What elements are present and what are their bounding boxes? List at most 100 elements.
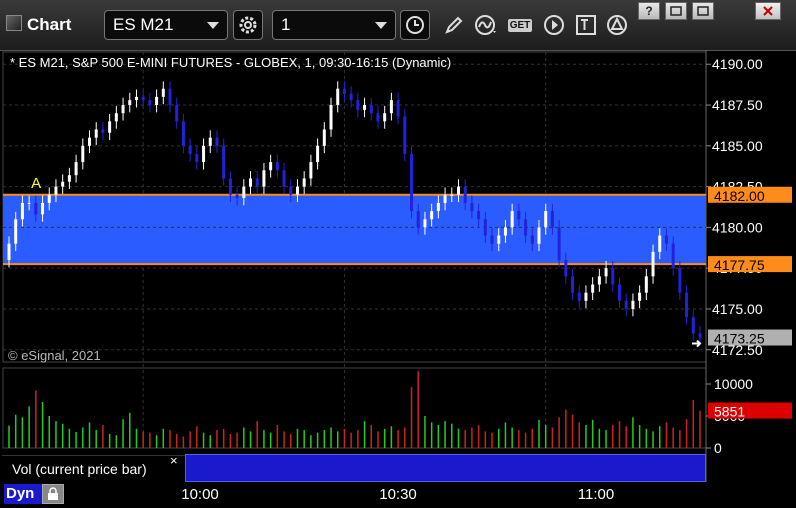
candle-body (685, 292, 689, 318)
settings-gear-icon[interactable] (233, 10, 263, 40)
help-button[interactable]: ? (638, 2, 660, 20)
candle-body (597, 276, 601, 285)
candle-body (436, 202, 440, 212)
candle-body (664, 235, 668, 244)
candle-body (443, 194, 447, 203)
candle-body (517, 211, 521, 220)
candle-body (430, 211, 434, 220)
candle-body (490, 235, 494, 244)
volume-bar (129, 412, 131, 448)
candle-body (27, 202, 31, 204)
clock-icon[interactable] (400, 10, 430, 40)
candle-body (7, 243, 11, 261)
volume-bar (169, 430, 171, 448)
candle-body (208, 137, 212, 146)
volume-bar (444, 421, 446, 448)
restore-button[interactable] (665, 2, 687, 20)
candle-body (255, 178, 259, 187)
volume-bar (48, 416, 51, 448)
window-title-text: Chart (27, 15, 72, 34)
time-tick-label: 11:00 (577, 486, 615, 503)
volume-bar (175, 433, 178, 448)
candle-body (188, 145, 192, 154)
candle-body (14, 219, 18, 244)
volume-bar (296, 428, 299, 448)
time-tick-label: 10:00 (181, 486, 219, 503)
price-tick-label: 4185.00 (712, 138, 763, 154)
candle-body (228, 178, 232, 195)
candle-body (181, 121, 185, 146)
candle-body (617, 284, 621, 301)
pencil-draw-icon[interactable] (440, 10, 468, 40)
candle-body (691, 317, 695, 334)
candle-body (591, 284, 595, 293)
candle-body (342, 88, 346, 94)
candle-body (530, 235, 534, 244)
minimize-button[interactable] (692, 2, 714, 20)
candle-body (155, 96, 159, 106)
volume-bar (652, 431, 654, 448)
close-button[interactable] (755, 2, 781, 20)
volume-bar (504, 422, 507, 448)
volume-bar (377, 431, 379, 448)
candle-body (336, 88, 340, 106)
volume-bar (424, 416, 426, 448)
text-tool-icon[interactable] (572, 10, 600, 40)
candle-body (510, 211, 514, 228)
volume-tick-label: 10000 (714, 376, 753, 392)
volume-bar (437, 424, 440, 448)
price-chart[interactable]: 4190.004187.504185.004182.504180.004177.… (0, 50, 796, 482)
volume-bar (538, 419, 540, 448)
volume-bar (21, 417, 24, 448)
interval-mode-badge[interactable]: Dyn (4, 484, 42, 504)
volume-bar (216, 430, 218, 448)
candle-body (671, 243, 675, 269)
volume-bar (370, 424, 373, 448)
volume-bar (685, 419, 688, 448)
candle-body (282, 170, 286, 187)
play-icon[interactable] (540, 10, 568, 40)
candle-body (678, 268, 682, 293)
volume-bar (497, 428, 500, 448)
volume-bar (115, 435, 118, 448)
volume-bar (182, 436, 185, 448)
candle-body (121, 105, 125, 114)
volume-bar (632, 417, 634, 448)
study-curve-icon[interactable] (472, 10, 500, 40)
candle-body (309, 162, 313, 179)
volume-bar (108, 433, 111, 448)
candle-body (108, 121, 112, 133)
symbol-selector[interactable]: ES M21 (104, 10, 228, 40)
volume-bar (665, 422, 668, 448)
volume-bar (149, 432, 151, 448)
candle-body (329, 105, 333, 130)
volume-bar (222, 428, 225, 448)
volume-panel-close-icon[interactable]: × (170, 453, 178, 468)
restore-icon (670, 6, 682, 16)
candle-body (47, 194, 51, 203)
candle-body (235, 194, 239, 199)
interval-selector[interactable]: 1 (272, 10, 396, 40)
volume-bar (343, 428, 346, 448)
get-button-icon[interactable]: GET (506, 10, 534, 40)
volume-bar (518, 430, 520, 448)
candle-body (638, 292, 642, 301)
candle-body (148, 100, 152, 106)
volume-bar (68, 428, 71, 448)
candle-body (544, 211, 548, 228)
volume-bar (310, 435, 312, 448)
candle-body (349, 93, 353, 101)
volume-bar (578, 422, 580, 448)
volume-bar (256, 421, 258, 448)
volume-bar (551, 427, 554, 448)
volume-bar (591, 419, 594, 448)
volume-bar (14, 414, 17, 448)
volume-bar (330, 427, 332, 448)
alert-triangle-icon[interactable] (604, 10, 632, 40)
lock-icon[interactable] (42, 484, 64, 504)
volume-tick-label: 0 (714, 440, 722, 456)
candle-body (410, 153, 414, 212)
volume-bar (363, 421, 366, 448)
candle-body (269, 162, 273, 171)
volume-bar (612, 424, 614, 448)
